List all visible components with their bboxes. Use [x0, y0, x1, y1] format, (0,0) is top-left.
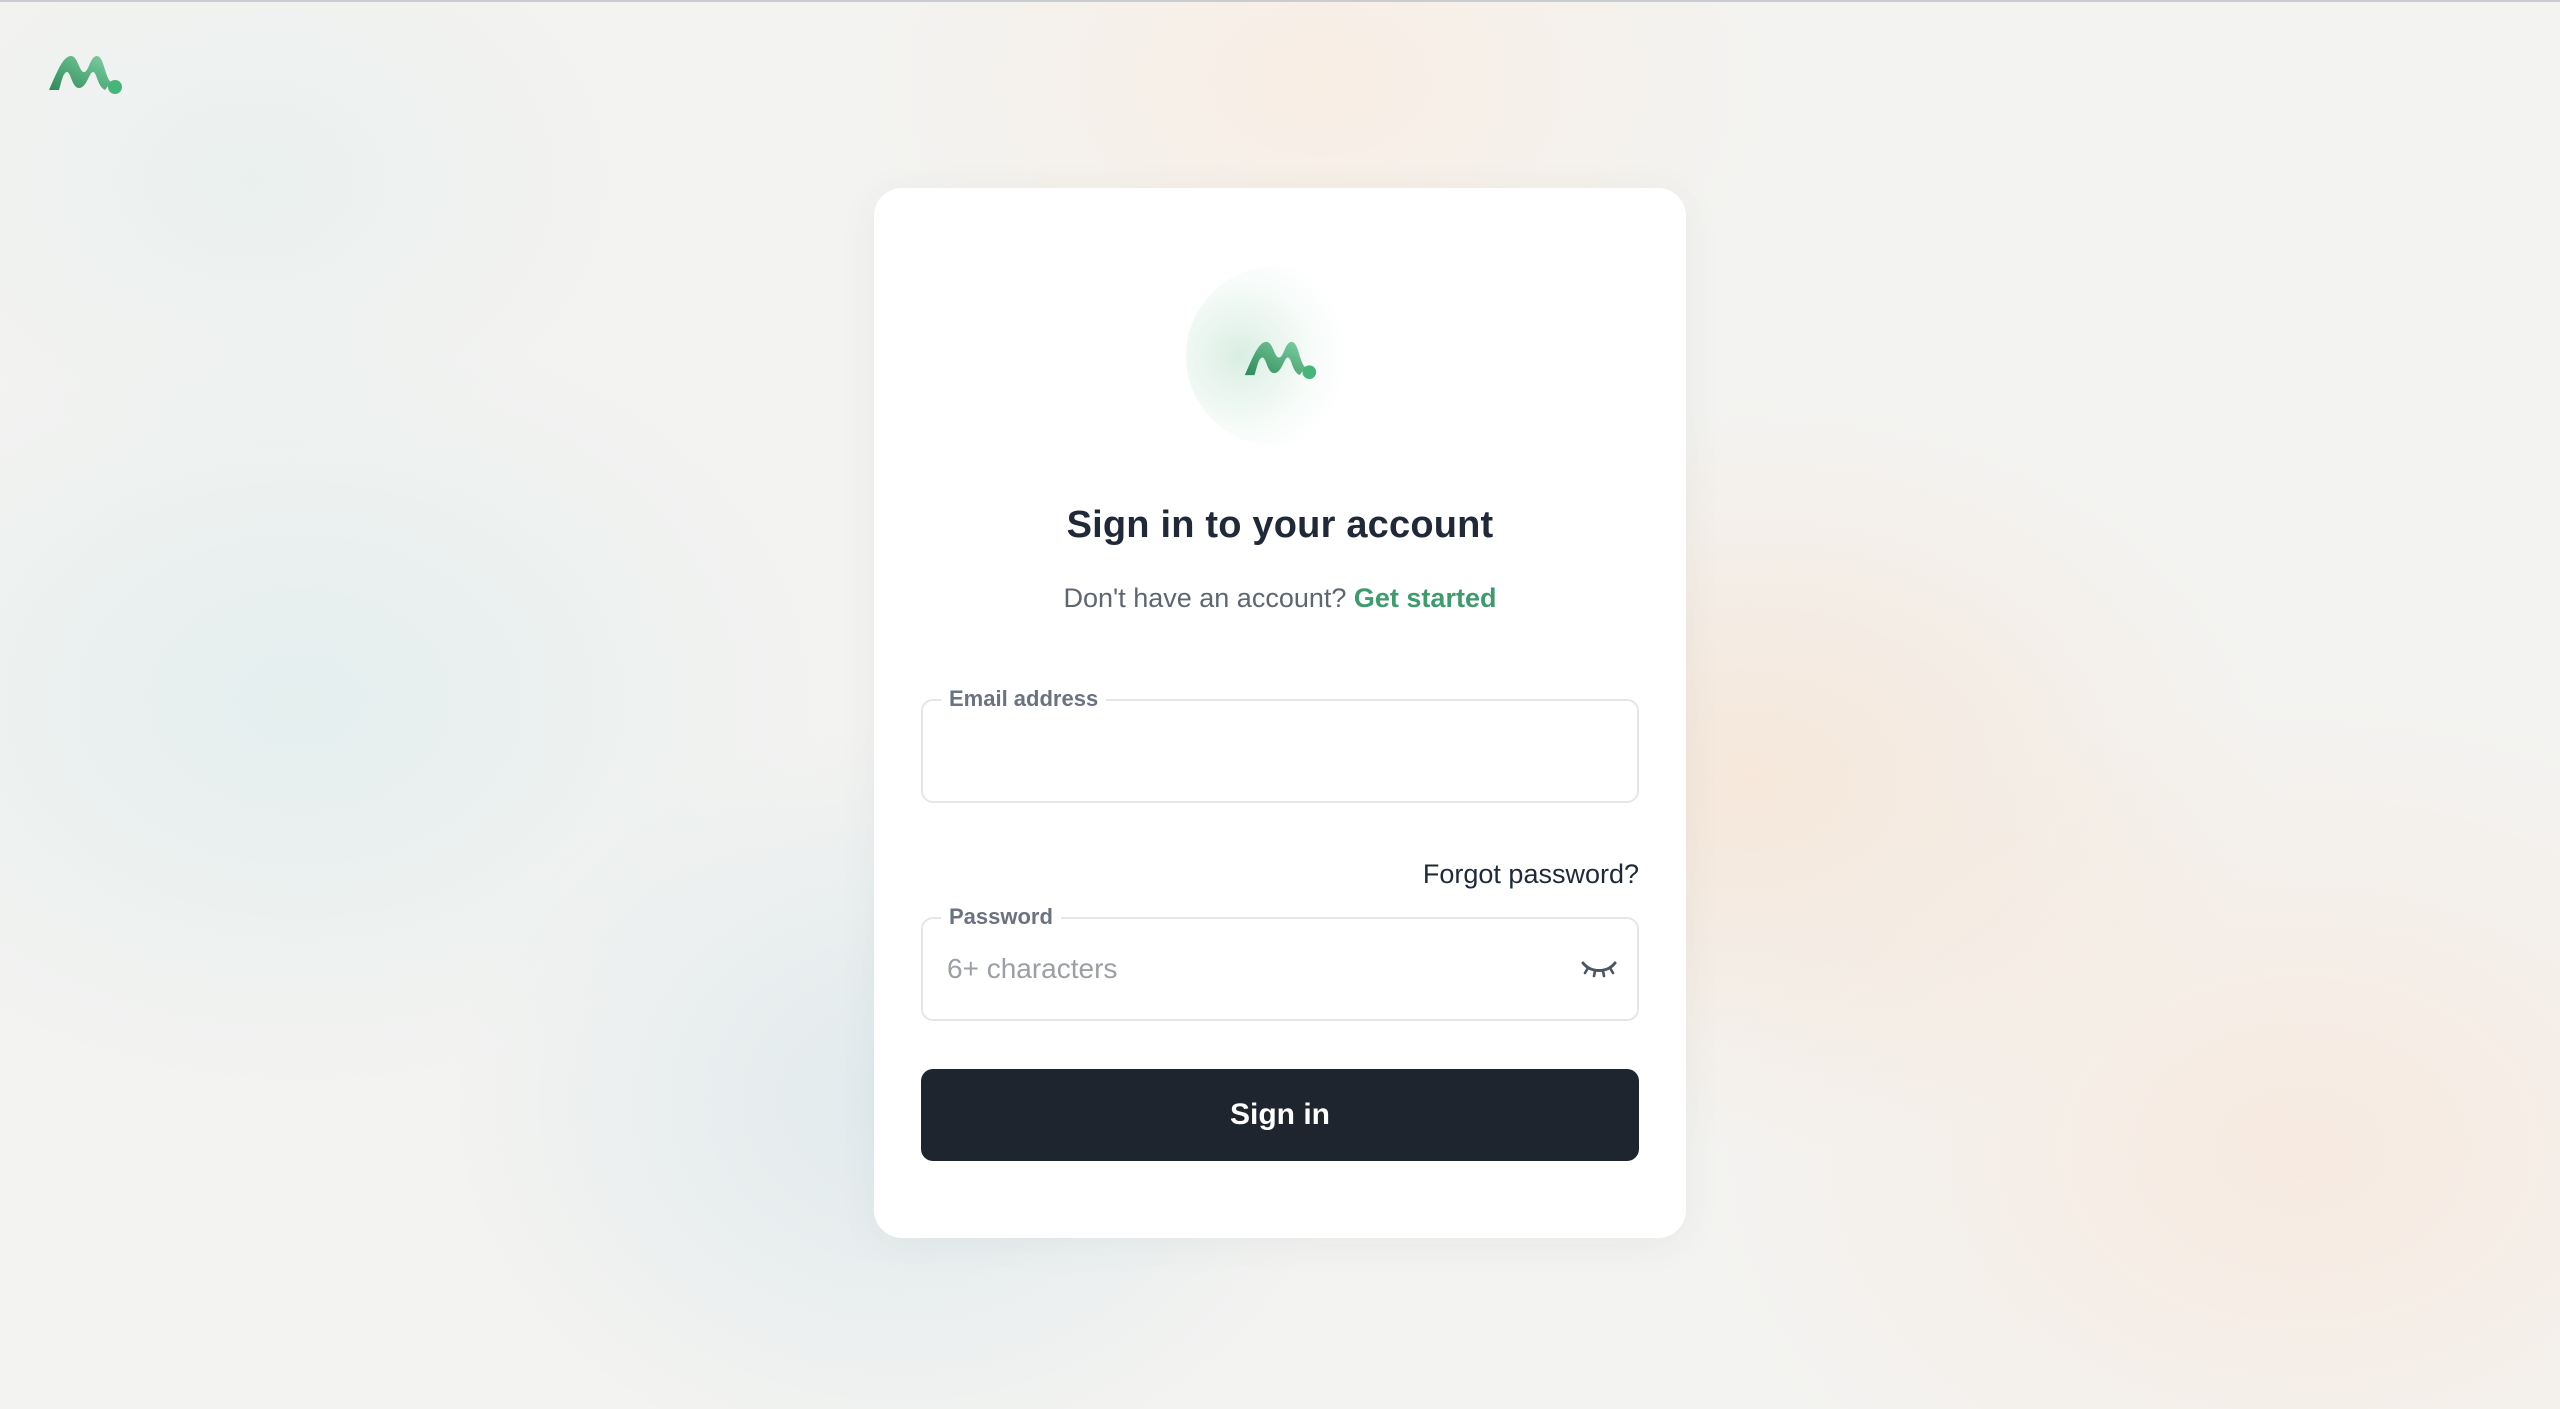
- page-title: Sign in to your account: [1066, 504, 1494, 546]
- email-field[interactable]: Email address: [921, 686, 1639, 803]
- get-started-link[interactable]: Get started: [1354, 583, 1497, 613]
- brand-logo-icon[interactable]: [47, 50, 123, 95]
- signup-prompt-text: Don't have an account?: [1063, 583, 1347, 613]
- eye-closed-icon[interactable]: [1579, 951, 1619, 983]
- brand-logo-icon: [1244, 341, 1317, 380]
- signup-prompt: Don't have an account? Get started: [874, 583, 1686, 614]
- forgot-password-link[interactable]: Forgot password?: [1423, 859, 1639, 890]
- sign-in-card: Sign in to your account Don't have an ac…: [874, 188, 1686, 1238]
- sign-in-button[interactable]: Sign in: [921, 1069, 1639, 1161]
- password-input[interactable]: [947, 919, 1567, 1019]
- password-field[interactable]: Password: [921, 904, 1639, 1021]
- top-border: [0, 0, 2560, 2]
- email-input[interactable]: [947, 701, 1567, 801]
